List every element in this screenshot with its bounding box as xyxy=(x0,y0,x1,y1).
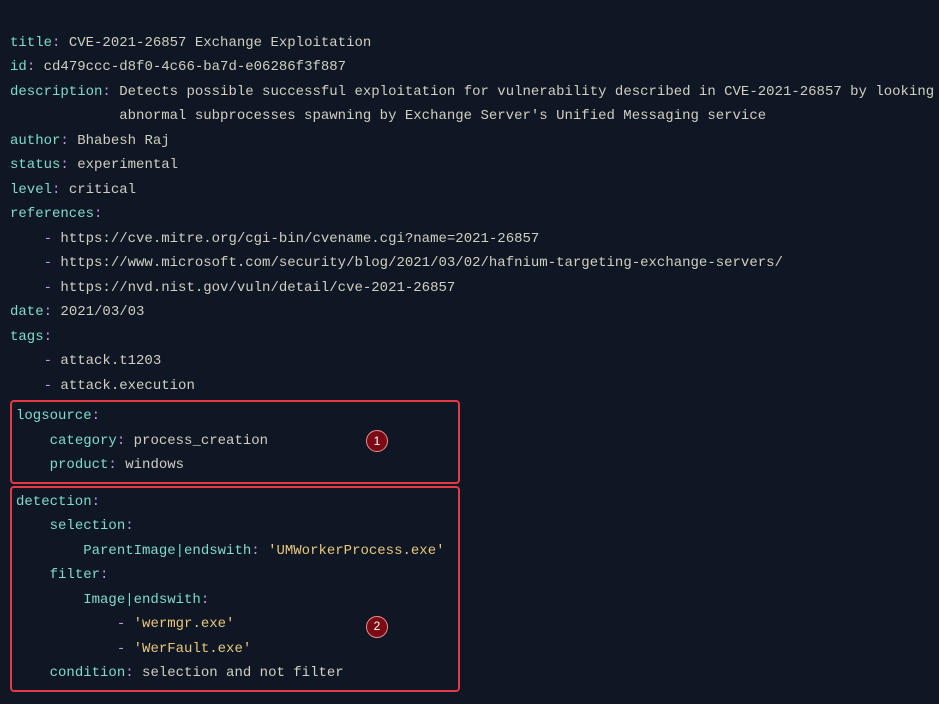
image-item: 'WerFault.exe' xyxy=(134,641,252,657)
key-date: date xyxy=(10,304,44,320)
key-category: category xyxy=(50,433,117,449)
key-image: Image|endswith xyxy=(83,592,201,608)
key-description: description xyxy=(10,84,102,100)
key-filter: filter xyxy=(50,567,100,583)
key-author: author xyxy=(10,133,60,149)
key-level: level xyxy=(10,182,52,198)
tag-item: attack.execution xyxy=(60,378,194,394)
key-tags: tags xyxy=(10,329,44,345)
highlight-box-1: logsource: category: process_creation1 p… xyxy=(10,400,460,484)
ref-item: https://cve.mitre.org/cgi-bin/cvename.cg… xyxy=(60,231,539,247)
key-id: id xyxy=(10,59,27,75)
ref-item: https://nvd.nist.gov/vuln/detail/cve-202… xyxy=(60,280,455,296)
key-parentimage: ParentImage|endswith xyxy=(83,543,251,559)
val-product: windows xyxy=(125,457,184,473)
key-references: references xyxy=(10,206,94,222)
val-date: 2021/03/03 xyxy=(60,304,144,320)
val-description-l2: abnormal subprocesses spawning by Exchan… xyxy=(119,108,766,124)
image-item: 'wermgr.exe' xyxy=(134,616,235,632)
val-condition: selection and not filter xyxy=(142,665,344,681)
val-parentimage: 'UMWorkerProcess.exe' xyxy=(268,543,444,559)
key-selection: selection xyxy=(50,518,126,534)
annotation-badge-2: 2 xyxy=(366,616,388,638)
val-id: cd479ccc-d8f0-4c66-ba7d-e06286f3f887 xyxy=(44,59,346,75)
key-detection: detection xyxy=(16,494,92,510)
ref-item: https://www.microsoft.com/security/blog/… xyxy=(60,255,783,271)
key-condition: condition xyxy=(50,665,126,681)
key-title: title xyxy=(10,35,52,51)
val-description-l1: Detects possible successful exploitation… xyxy=(119,84,939,100)
tag-item: attack.t1203 xyxy=(60,353,161,369)
highlight-box-2: detection: selection: ParentImage|endswi… xyxy=(10,486,460,692)
key-product: product xyxy=(50,457,109,473)
val-level: critical xyxy=(69,182,136,198)
key-status: status xyxy=(10,157,60,173)
annotation-badge-1: 1 xyxy=(366,430,388,452)
val-title: CVE-2021-26857 Exchange Exploitation xyxy=(69,35,371,51)
yaml-code-block: title: CVE-2021-26857 Exchange Exploitat… xyxy=(0,0,939,704)
val-author: Bhabesh Raj xyxy=(77,133,169,149)
val-status: experimental xyxy=(77,157,178,173)
key-logsource: logsource xyxy=(16,408,92,424)
val-category: process_creation xyxy=(134,433,268,449)
